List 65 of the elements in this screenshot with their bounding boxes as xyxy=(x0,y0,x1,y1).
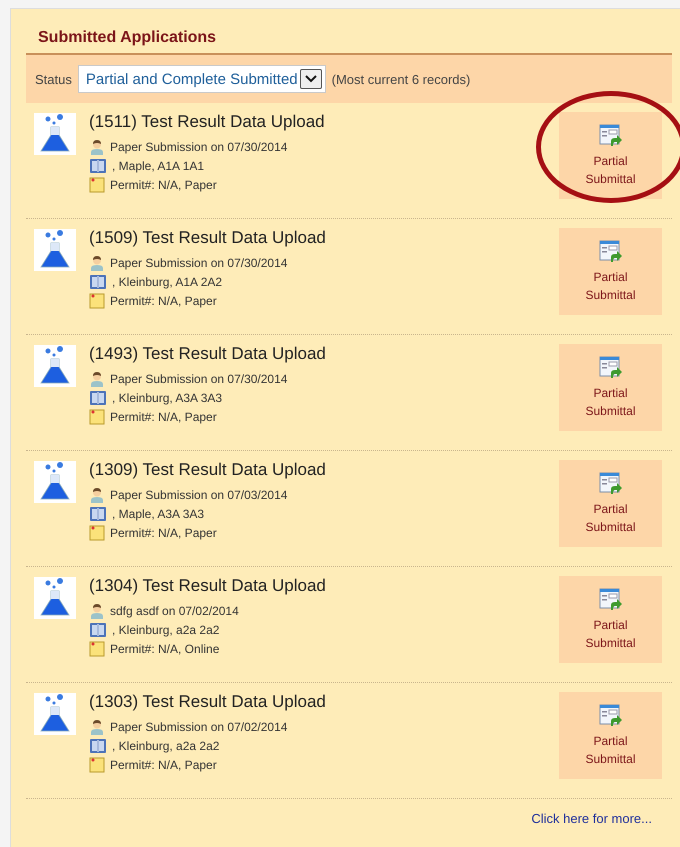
record-title: (1493) Test Result Data Upload xyxy=(89,344,327,364)
location-text: , Maple, A1A 1A1 xyxy=(112,159,204,173)
partial-submittal-button[interactable]: Partial Submittal xyxy=(559,344,662,431)
book-icon xyxy=(89,158,107,174)
note-icon xyxy=(89,177,105,193)
records-note: (Most current 6 records) xyxy=(332,72,470,86)
submitter-text: Paper Submission on 07/30/2014 xyxy=(110,372,288,386)
status-dropdown[interactable]: Partial and Complete Submitted xyxy=(78,65,326,93)
form-arrow-icon xyxy=(598,704,622,728)
permit-text: Permit#: N/A, Paper xyxy=(110,410,217,424)
partial-submittal-button[interactable]: Partial Submittal xyxy=(559,112,662,199)
partial-submittal-button[interactable]: Partial Submittal xyxy=(559,460,662,547)
flask-icon xyxy=(34,461,76,503)
form-arrow-icon xyxy=(598,588,622,612)
permit-text: Permit#: N/A, Paper xyxy=(110,178,217,192)
flask-icon xyxy=(34,345,76,387)
note-icon xyxy=(89,409,105,425)
book-icon xyxy=(89,738,107,754)
book-icon xyxy=(89,390,107,406)
status-label: Status xyxy=(35,72,72,86)
note-icon xyxy=(89,757,105,773)
note-icon xyxy=(89,641,105,657)
flask-icon xyxy=(34,693,76,735)
record-title: (1509) Test Result Data Upload xyxy=(89,228,327,248)
person-icon xyxy=(89,719,105,735)
caret-icon xyxy=(300,69,322,89)
permit-text: Permit#: N/A, Paper xyxy=(110,758,217,772)
partial-submittal-button[interactable]: Partial Submittal xyxy=(559,576,662,663)
flask-icon xyxy=(34,577,76,619)
note-icon xyxy=(89,525,105,541)
location-text: , Maple, A3A 3A3 xyxy=(112,507,204,521)
location-text: , Kleinburg, A1A 2A2 xyxy=(112,275,222,289)
record-title: (1304) Test Result Data Upload xyxy=(89,576,327,596)
form-arrow-icon xyxy=(598,240,622,264)
person-icon xyxy=(89,487,105,503)
book-icon xyxy=(89,622,107,638)
person-icon xyxy=(89,603,105,619)
record-title: (1309) Test Result Data Upload xyxy=(89,460,327,480)
form-arrow-icon xyxy=(598,124,622,148)
person-icon xyxy=(89,139,105,155)
book-icon xyxy=(89,274,107,290)
partial-submittal-button[interactable]: Partial Submittal xyxy=(559,692,662,779)
submitter-text: Paper Submission on 07/03/2014 xyxy=(110,488,288,502)
permit-text: Permit#: N/A, Online xyxy=(110,642,220,656)
submitter-text: Paper Submission on 07/02/2014 xyxy=(110,720,288,734)
location-text: , Kleinburg, a2a 2a2 xyxy=(112,623,220,637)
flask-icon xyxy=(34,229,76,271)
person-icon xyxy=(89,255,105,271)
form-arrow-icon xyxy=(598,356,622,380)
flask-icon xyxy=(34,113,76,155)
book-icon xyxy=(89,506,107,522)
submitter-text: sdfg asdf on 07/02/2014 xyxy=(110,604,239,618)
permit-text: Permit#: N/A, Paper xyxy=(110,294,217,308)
note-icon xyxy=(89,293,105,309)
person-icon xyxy=(89,371,105,387)
more-link[interactable]: Click here for more... xyxy=(531,799,672,826)
record-title: (1303) Test Result Data Upload xyxy=(89,692,327,712)
form-arrow-icon xyxy=(598,472,622,496)
submitter-text: Paper Submission on 07/30/2014 xyxy=(110,140,288,154)
location-text: , Kleinburg, a2a 2a2 xyxy=(112,739,220,753)
record-title: (1511) Test Result Data Upload xyxy=(89,112,326,132)
location-text: , Kleinburg, A3A 3A3 xyxy=(112,391,222,405)
submitter-text: Paper Submission on 07/30/2014 xyxy=(110,256,288,270)
partial-submittal-button[interactable]: Partial Submittal xyxy=(559,228,662,315)
permit-text: Permit#: N/A, Paper xyxy=(110,526,217,540)
